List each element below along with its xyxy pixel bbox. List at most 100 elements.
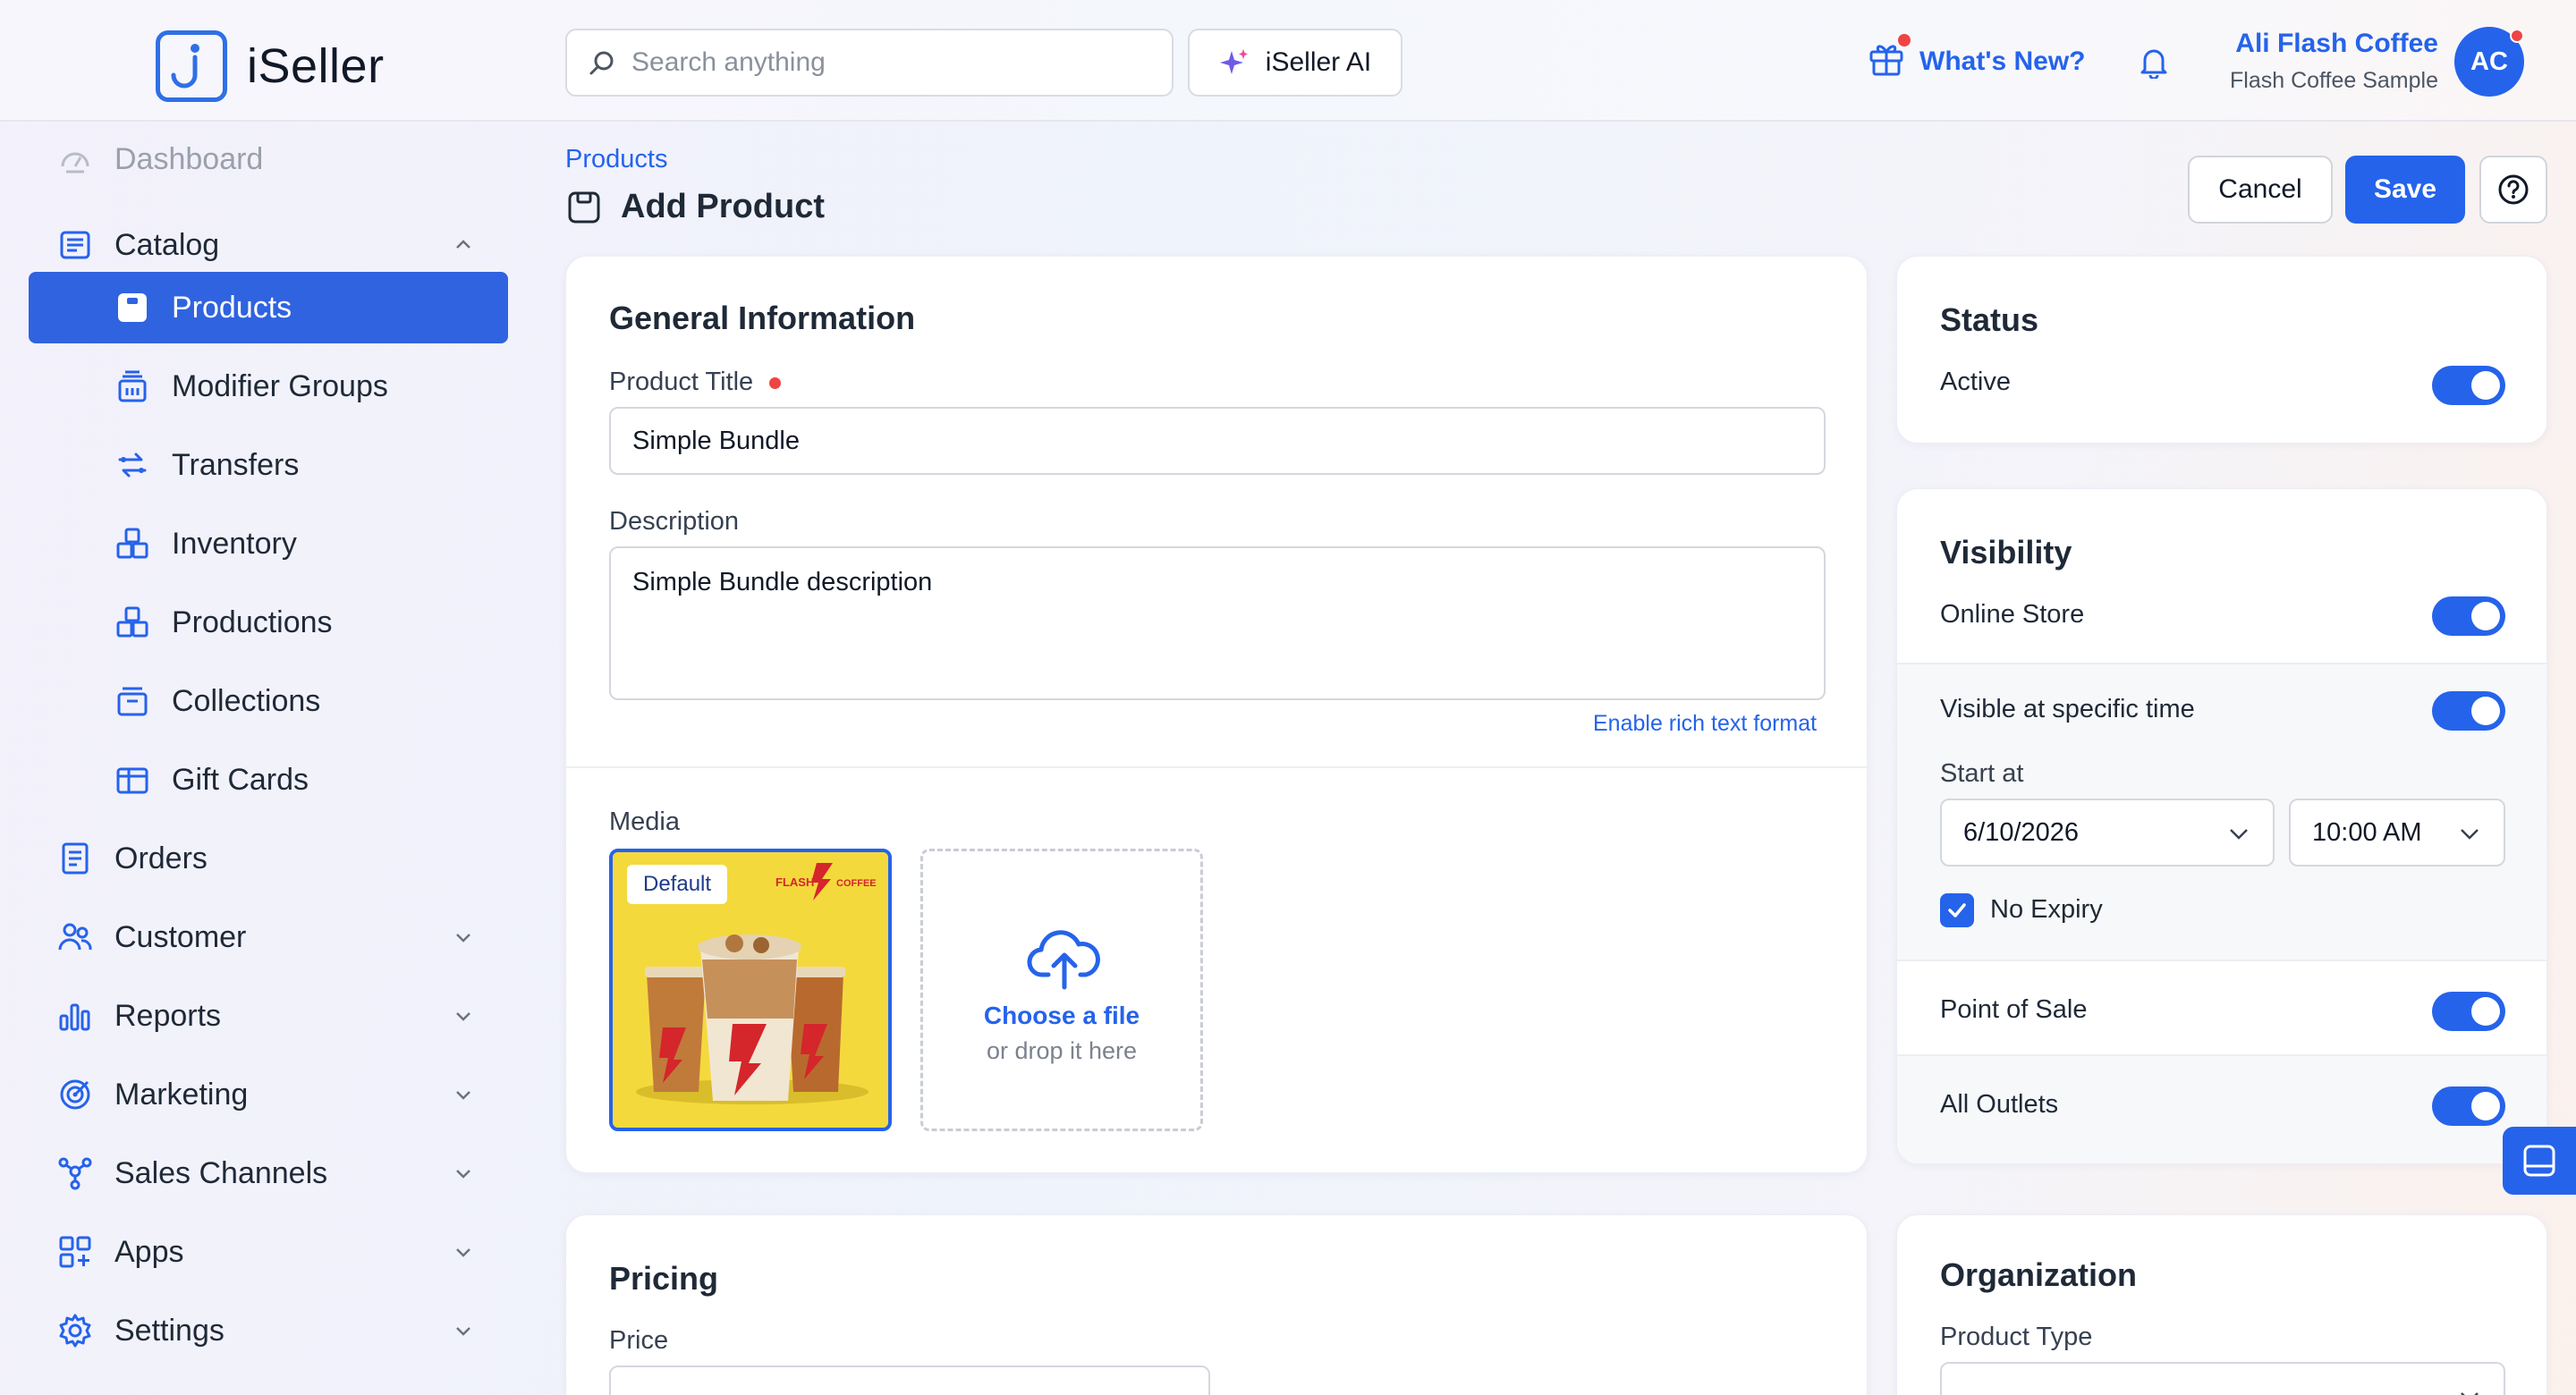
sidebar-item-dashboard[interactable]: Dashboard [29, 123, 508, 195]
sidebar-item-collections[interactable]: Collections [29, 665, 508, 737]
avatar[interactable]: AC [2454, 27, 2524, 97]
all-outlets-label: All Outlets [1940, 1090, 2059, 1119]
dashboard-icon [61, 152, 89, 173]
start-date-select[interactable]: 6/10/2026 [1940, 799, 2275, 867]
logo-icon [156, 30, 227, 102]
app-name: iSeller [247, 39, 385, 93]
reports-icon [59, 1003, 90, 1031]
store-name: Flash Coffee Sample [2230, 68, 2438, 93]
catalog-icon [60, 231, 90, 259]
save-button[interactable]: Save [2345, 156, 2465, 224]
label-text: Product Title [609, 368, 754, 396]
start-at-label: Start at [1940, 759, 2024, 788]
user-menu[interactable]: Ali Flash Coffee Flash Coffee Sample [2182, 29, 2438, 94]
iseller-ai-button[interactable]: iSeller AI [1188, 29, 1402, 97]
sidebar-item-label: Modifier Groups [172, 368, 388, 403]
page-title-text: Add Product [621, 188, 825, 225]
inventory-icon [116, 528, 148, 559]
choose-file-link[interactable]: Choose a file [923, 1002, 1200, 1030]
sidebar-item-label: Products [172, 290, 292, 325]
product-type-select[interactable] [1940, 1362, 2505, 1395]
media-thumbnail[interactable]: FLASH COFFEE Default [609, 849, 892, 1131]
section-heading: Organization [1940, 1256, 2138, 1293]
product-title-label: Product Title [609, 368, 782, 397]
sidebar-item-label: Sales Channels [114, 1155, 328, 1190]
sidebar-item-apps[interactable]: Apps [29, 1216, 508, 1288]
sidebar-item-label: Settings [114, 1313, 225, 1348]
point-of-sale-toggle[interactable] [2432, 992, 2505, 1031]
sidebar-item-customer[interactable]: Customer [29, 901, 508, 973]
price-label: Price [609, 1326, 669, 1355]
search-input[interactable] [631, 47, 1132, 78]
sidebar-item-productions[interactable]: Productions [29, 587, 508, 658]
sidebar-item-inventory[interactable]: Inventory [29, 508, 508, 579]
sparkle-icon [1219, 49, 1248, 74]
sidebar-item-marketing[interactable]: Marketing [29, 1059, 508, 1130]
page-title: Add Product [567, 188, 825, 226]
svg-text:COFFEE: COFFEE [836, 878, 877, 889]
breadcrumb[interactable]: Products [565, 145, 667, 174]
sidebar-item-reports[interactable]: Reports [29, 980, 508, 1052]
pricing-card: Pricing Price [565, 1214, 1868, 1395]
online-store-toggle[interactable] [2432, 596, 2505, 636]
visible-specific-time-toggle[interactable] [2432, 691, 2505, 731]
section-heading: Visibility [1940, 534, 2072, 571]
sidebar-item-settings[interactable]: Settings [29, 1295, 508, 1366]
chevron-down-icon [2461, 829, 2479, 840]
orders-icon [62, 842, 89, 875]
search-box[interactable] [565, 29, 1174, 97]
chevron-down-icon [456, 1091, 470, 1100]
no-expiry-checkbox[interactable] [1940, 893, 1974, 927]
ai-label: iSeller AI [1265, 47, 1372, 77]
file-drop-zone[interactable]: Choose a file or drop it here [920, 849, 1203, 1131]
sidebar: Dashboard Catalog Products Modifier Grou… [0, 122, 537, 1395]
sidebar-item-label: Reports [114, 998, 222, 1033]
required-dot [769, 376, 782, 389]
chevron-down-icon [2461, 1392, 2479, 1395]
chat-button[interactable] [2503, 1127, 2576, 1195]
active-toggle[interactable] [2432, 366, 2505, 405]
product-icon [568, 191, 600, 223]
sidebar-item-sales-channels[interactable]: Sales Channels [29, 1137, 508, 1209]
marketing-icon [60, 1079, 90, 1110]
sidebar-item-transfers[interactable]: Transfers [29, 429, 508, 501]
whats-new-link[interactable]: What's New? [1868, 34, 2085, 84]
help-icon [2498, 174, 2529, 205]
sidebar-item-products[interactable]: Products [29, 272, 508, 343]
all-outlets-toggle[interactable] [2432, 1086, 2505, 1126]
cancel-button[interactable]: Cancel [2188, 156, 2333, 224]
start-time-value: 10:00 AM [2312, 817, 2422, 847]
chevron-up-icon [456, 240, 470, 249]
app-logo[interactable]: iSeller [156, 30, 385, 102]
enable-rich-text-link[interactable]: Enable rich text format [1593, 711, 1817, 737]
production-icon [116, 606, 148, 638]
help-button[interactable] [2479, 156, 2547, 224]
avatar-initials: AC [2470, 46, 2508, 76]
chevron-down-icon [2230, 829, 2248, 840]
sidebar-item-label: Customer [114, 919, 247, 954]
default-badge: Default [627, 865, 728, 904]
bell-icon[interactable] [2138, 45, 2170, 83]
price-input[interactable] [609, 1365, 1210, 1395]
visibility-card: Visibility Online Store Visible at speci… [1896, 488, 2547, 1164]
sidebar-item-label: Catalog [114, 227, 220, 262]
svg-text:FLASH: FLASH [775, 875, 814, 889]
sidebar-item-gift-cards[interactable]: Gift Cards [29, 744, 508, 816]
gift-icon [1868, 34, 1911, 84]
sidebar-item-label: Marketing [114, 1077, 249, 1112]
start-time-select[interactable]: 10:00 AM [2289, 799, 2505, 867]
settings-icon [59, 1314, 91, 1348]
sidebar-item-modifier-groups[interactable]: Modifier Groups [29, 351, 508, 422]
top-bar: iSeller iSeller AI What's New? Ali Flash… [0, 0, 2576, 122]
apps-icon [59, 1236, 91, 1268]
sidebar-item-orders[interactable]: Orders [29, 823, 508, 894]
section-heading: Pricing [609, 1260, 719, 1297]
product-title-input[interactable]: Simple Bundle [609, 407, 1826, 475]
sidebar-item-label: Collections [172, 683, 321, 718]
divider [566, 766, 1868, 768]
product-icon [118, 293, 147, 322]
description-textarea[interactable]: Simple Bundle description [609, 546, 1826, 700]
sidebar-item-catalog[interactable]: Catalog [29, 209, 508, 281]
organization-card: Organization Product Type [1896, 1214, 2547, 1395]
chat-icon [2523, 1145, 2555, 1177]
